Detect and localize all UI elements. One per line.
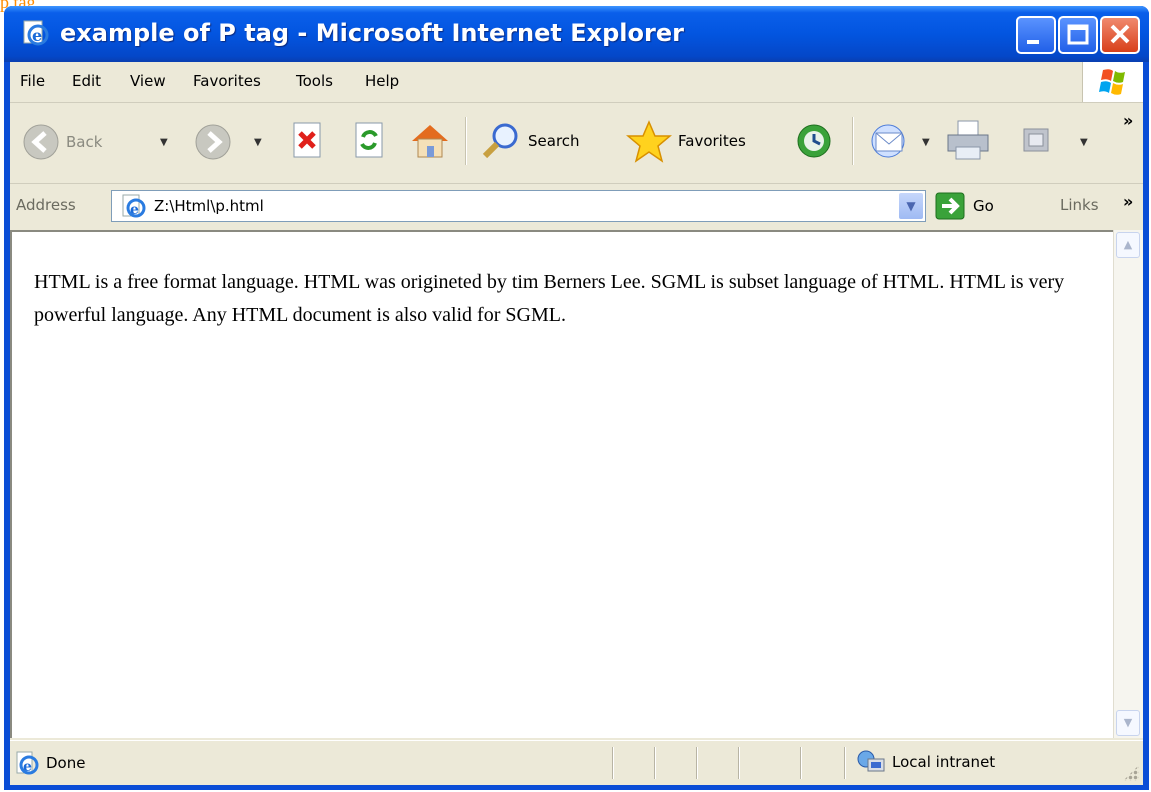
menu-favorites[interactable]: Favorites	[193, 72, 261, 90]
forward-arrow-icon	[195, 124, 231, 160]
page-paragraph: HTML is a free format language. HTML was…	[34, 271, 1065, 326]
menu-help[interactable]: Help	[365, 72, 399, 90]
security-zone[interactable]: Local intranet	[856, 749, 995, 775]
standard-toolbar: Back ▼ ▼ Search Favorites ▼ ▼ »	[10, 103, 1143, 184]
browser-window: e example of P tag - Microsoft Internet …	[4, 6, 1149, 790]
favorites-label: Favorites	[678, 132, 746, 150]
forward-dropdown-icon[interactable]: ▼	[254, 137, 262, 148]
search-button[interactable]: Search	[480, 121, 580, 161]
back-label: Back	[66, 133, 103, 151]
close-icon	[1110, 24, 1130, 44]
menu-edit[interactable]: Edit	[72, 72, 101, 90]
back-button[interactable]: Back	[22, 123, 102, 161]
back-dropdown-icon[interactable]: ▼	[160, 137, 168, 148]
intranet-icon	[857, 750, 885, 772]
svg-text:e: e	[130, 202, 139, 218]
search-icon	[482, 123, 518, 159]
windows-flag-icon	[1099, 69, 1125, 95]
toolbar-more-chevron[interactable]: »	[1123, 111, 1133, 130]
history-icon	[797, 124, 831, 158]
status-area: e Done	[14, 751, 85, 775]
scroll-down-icon[interactable]: ▼	[1116, 710, 1140, 736]
stop-icon	[293, 122, 321, 158]
svg-text:e: e	[32, 26, 42, 45]
maximize-button[interactable]	[1058, 16, 1098, 54]
toolbar-separator	[465, 117, 466, 165]
links-more-chevron[interactable]: »	[1123, 192, 1133, 211]
address-input[interactable]: e Z:\Html\p.html ▼	[111, 190, 926, 222]
address-dropdown-icon[interactable]: ▼	[899, 193, 923, 219]
address-label: Address	[16, 196, 76, 214]
title-bar[interactable]: e example of P tag - Microsoft Internet …	[4, 6, 1149, 62]
page-content: HTML is a free format language. HTML was…	[10, 230, 1113, 738]
status-divider	[800, 747, 801, 779]
star-icon	[626, 120, 672, 163]
toolbar-separator	[852, 117, 853, 165]
windows-logo	[1082, 62, 1143, 102]
browser-chrome: File Edit View Favorites Tools Help Back…	[10, 62, 1143, 785]
print-button[interactable]	[944, 119, 992, 163]
go-label: Go	[973, 197, 994, 215]
go-button[interactable]: Go	[935, 192, 994, 220]
back-arrow-icon	[23, 124, 59, 160]
maximize-icon	[1067, 24, 1089, 45]
status-divider	[844, 747, 845, 779]
address-url: Z:\Html\p.html	[154, 197, 264, 215]
status-text: Done	[46, 754, 86, 772]
vertical-scrollbar[interactable]: ▲ ▼	[1113, 230, 1143, 738]
scroll-up-icon[interactable]: ▲	[1116, 232, 1140, 258]
forward-button[interactable]	[194, 123, 232, 161]
svg-text:e: e	[23, 759, 32, 775]
mail-dropdown-icon[interactable]: ▼	[922, 137, 930, 148]
menu-view[interactable]: View	[130, 72, 166, 90]
window-title: example of P tag - Microsoft Internet Ex…	[60, 19, 684, 47]
messenger-icon	[1023, 128, 1049, 152]
resize-grip[interactable]	[1123, 765, 1139, 781]
menu-tools[interactable]: Tools	[296, 72, 333, 90]
close-button[interactable]	[1100, 16, 1140, 54]
zone-label: Local intranet	[892, 753, 996, 771]
status-divider	[738, 747, 739, 779]
status-divider	[654, 747, 655, 779]
favorites-button[interactable]: Favorites	[626, 119, 746, 163]
ie-page-icon: e	[23, 20, 49, 46]
toolbar-dropdown-icon[interactable]: ▼	[1080, 137, 1088, 148]
links-button[interactable]: Links	[1060, 196, 1099, 214]
home-button[interactable]	[408, 119, 452, 161]
status-bar: e Done Local intranet	[10, 740, 1143, 785]
mail-icon	[871, 124, 905, 158]
menu-bar: File Edit View Favorites Tools Help	[10, 62, 1143, 103]
mail-button[interactable]	[868, 121, 914, 161]
search-label: Search	[528, 132, 580, 150]
home-icon	[412, 125, 448, 158]
minimize-icon	[1027, 40, 1039, 44]
messenger-button[interactable]	[1022, 127, 1052, 155]
minimize-button[interactable]	[1016, 16, 1056, 54]
go-arrow-icon	[935, 192, 965, 220]
menu-file[interactable]: File	[20, 72, 45, 90]
ie-page-icon: e	[122, 194, 146, 218]
refresh-icon	[355, 122, 383, 158]
status-divider	[612, 747, 613, 779]
printer-icon	[947, 120, 989, 160]
address-bar: Address e Z:\Html\p.html ▼ Go Links »	[10, 184, 1143, 228]
refresh-button[interactable]	[352, 121, 388, 161]
status-divider	[696, 747, 697, 779]
ie-page-icon: e	[16, 751, 39, 775]
stop-button[interactable]	[290, 121, 326, 161]
history-button[interactable]	[794, 121, 834, 161]
